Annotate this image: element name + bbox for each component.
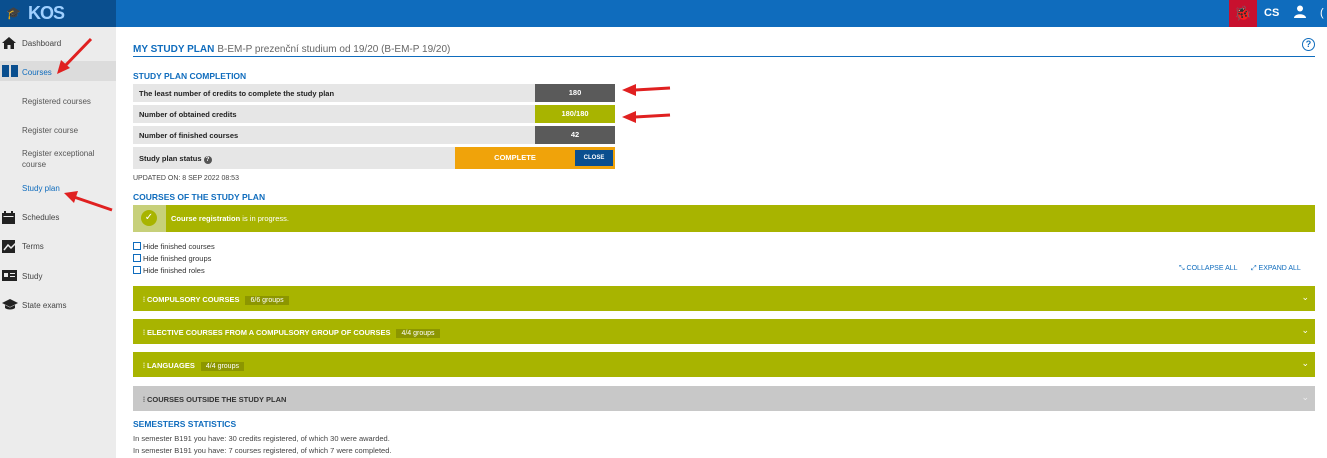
filter-hide-finished-groups[interactable]: Hide finished groups [133,254,211,263]
group-title-text: COURSES OUTSIDE THE STUDY PLAN [146,395,287,404]
filter-label: Hide finished courses [143,242,215,251]
bug-report-icon[interactable]: 🐞 [1229,0,1257,27]
row-label: Number of finished courses [139,131,239,140]
sidebar-item-label: Terms [22,242,44,251]
info-icon[interactable]: ? [203,156,212,164]
completion-row-min-credits: The least number of credits to complete … [133,84,615,102]
chart-icon [2,240,18,253]
chevron-down-icon[interactable]: ⌄ [1301,325,1309,336]
completion-row-obtained-credits: Number of obtained credits 180/180 [133,105,615,123]
close-button[interactable]: CLOSE [575,150,613,166]
page-header: MY STUDY PLAN B-EM-P prezenční studium od… [133,38,1315,57]
calendar-icon [2,211,16,224]
group-languages[interactable]: ⫶ LANGUAGES 4/4 groups ⌄ [133,352,1315,377]
sidebar-item-label: Schedules [22,213,60,222]
chevron-down-icon[interactable]: ⌄ [1301,292,1309,303]
banner-bold: Course registration [171,214,241,223]
sidebar-item-state-exams[interactable]: State exams [0,299,116,313]
completion-row-finished-courses: Number of finished courses 42 [133,126,615,144]
sidebar-subitem-registered-courses[interactable]: Registered courses [22,96,112,107]
annotation-arrow [622,84,671,96]
semester-stat-line: In semester B191 you have: 7 courses reg… [133,446,392,455]
checkbox[interactable] [133,266,141,274]
chevron-down-icon[interactable]: ⌄ [1301,392,1309,403]
row-value: 42 [535,126,615,144]
graduation-cap-icon [2,299,18,311]
logo-text: KOS [28,3,65,23]
help-icon[interactable]: ? [1302,38,1315,51]
id-card-icon [2,270,17,282]
group-title: ⫶ COMPULSORY COURSES 6/6 groups [143,295,289,305]
expand-all-label: EXPAND ALL [1258,265,1301,272]
group-elective-courses[interactable]: ⫶ ELECTIVE COURSES FROM A COMPULSORY GRO… [133,319,1315,344]
group-title-text: LANGUAGES [146,361,195,370]
group-badge: 4/4 groups [396,329,440,338]
group-title-text: ELECTIVE COURSES FROM A COMPULSORY GROUP… [146,328,391,337]
sidebar-subitem-register-exceptional-course[interactable]: Register exceptional course [22,148,112,170]
row-label: Study plan status ? [139,154,212,164]
expand-all-button[interactable]: ⤢ EXPAND ALL [1251,265,1301,273]
row-value: 180 [535,84,615,102]
group-title: ⫶ COURSES OUTSIDE THE STUDY PLAN [143,395,287,404]
status-value: COMPLETE [494,153,536,162]
user-icon[interactable] [1294,5,1306,21]
annotation-arrow [622,111,671,123]
group-compulsory-courses[interactable]: ⫶ COMPULSORY COURSES 6/6 groups ⌄ [133,286,1315,311]
updated-timestamp: UPDATED ON: 8 SEP 2022 08:53 [133,175,239,182]
group-outside-study-plan[interactable]: ⫶ COURSES OUTSIDE THE STUDY PLAN ⌄ [133,386,1315,411]
registration-banner: ✓ Course registration is in progress. [133,205,1315,232]
language-switch[interactable]: CS [1264,7,1279,19]
banner-check: ✓ [133,205,166,232]
semesters-heading: SEMESTERS STATISTICS [133,419,237,429]
chevron-down-icon[interactable]: ⌄ [1301,358,1309,369]
top-bar: 🎓 KOS 🐞 CS ( [0,0,1327,27]
group-title: ⫶ ELECTIVE COURSES FROM A COMPULSORY GRO… [143,328,440,338]
annotation-arrow [64,191,113,212]
sidebar-item-study[interactable]: Study [0,270,116,284]
status-box: COMPLETE CLOSE [455,147,615,169]
group-badge: 4/4 groups [200,362,244,371]
sidebar-item-label: Courses [22,68,52,77]
sidebar-item-label: State exams [22,301,67,310]
checkbox[interactable] [133,242,141,250]
check-icon: ✓ [141,210,157,226]
collapse-icon: ⤡ [1179,265,1187,272]
cut-off-text: ( [1320,7,1324,19]
graduation-cap-icon: 🎓 [6,6,21,20]
collapse-all-label: COLLAPSE ALL [1186,265,1238,272]
filter-label: Hide finished groups [143,254,212,263]
status-label: Study plan status [139,154,202,163]
page-title: MY STUDY PLAN [133,44,215,55]
filter-label: Hide finished roles [143,266,205,275]
sidebar-subitem-register-course[interactable]: Register course [22,125,112,136]
group-badge: 6/6 groups [245,296,289,305]
expand-icon: ⤢ [1251,265,1259,272]
page-subtitle: B-EM-P prezenční studium od 19/20 (B-EM-… [217,44,451,55]
row-label: Number of obtained credits [139,110,237,119]
sidebar: Dashboard Courses Registered courses Reg… [0,27,116,458]
row-value: 180/180 [535,105,615,123]
book-icon [2,65,18,77]
collapse-all-button[interactable]: ⤡ COLLAPSE ALL [1179,265,1238,273]
logo[interactable]: 🎓 KOS [0,0,116,27]
filter-hide-finished-courses[interactable]: Hide finished courses [133,242,215,251]
sidebar-item-label: Study [22,272,43,281]
checkbox[interactable] [133,254,141,262]
completion-heading: STUDY PLAN COMPLETION [133,71,247,81]
group-title-text: COMPULSORY COURSES [146,295,240,304]
banner-rest: is in progress. [240,214,289,223]
home-icon [2,37,16,49]
filter-hide-finished-roles[interactable]: Hide finished roles [133,266,205,275]
courses-heading: COURSES OF THE STUDY PLAN [133,192,266,202]
row-label: The least number of credits to complete … [139,89,335,98]
banner-message: Course registration is in progress. [171,214,289,223]
annotation-arrow [57,37,93,74]
semester-stat-line: In semester B191 you have: 30 credits re… [133,434,390,443]
sidebar-item-terms[interactable]: Terms [0,240,116,254]
completion-row-status: Study plan status ? COMPLETE CLOSE [133,147,615,169]
group-title: ⫶ LANGUAGES 4/4 groups [143,361,244,371]
